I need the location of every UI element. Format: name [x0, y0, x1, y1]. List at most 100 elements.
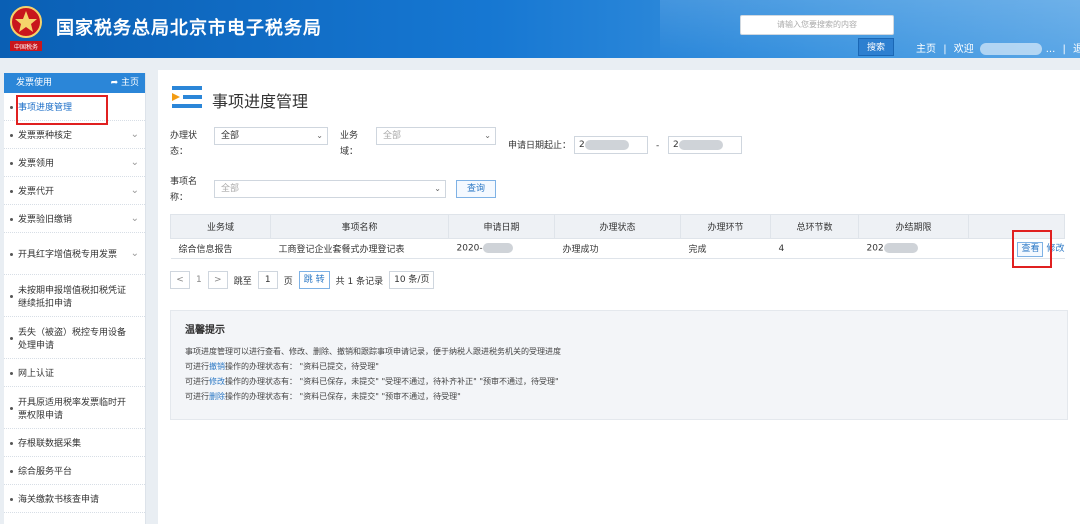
home-link[interactable]: 主页 [916, 44, 936, 55]
goto-button[interactable]: 跳 转 [298, 271, 330, 289]
bullet-icon [10, 133, 13, 137]
sidebar-item[interactable]: 海关缴款书核查申请 [4, 485, 145, 513]
top-links: 主页 | 欢迎... | 退出 [916, 40, 1080, 55]
sidebar-item[interactable]: 未按期申报增值税扣税凭证继续抵扣申请 [4, 275, 145, 317]
sidebar-item-label: 发票票种核定 [18, 131, 73, 141]
tips-panel: 温馨提示 事项进度管理可以进行查看、修改、删除、撤销和跟踪事项申请记录，便于纳税… [170, 310, 1068, 420]
bullet-icon [10, 105, 13, 109]
chevron-down-icon: ⌄ [130, 184, 139, 196]
date-separator: - [656, 141, 660, 151]
total-records: 共 1 条记录 [335, 276, 384, 287]
sidebar-item-label: 存根联数据采集 [18, 439, 82, 449]
sidebar-item-label: 发票验旧缴销 [18, 215, 73, 225]
tips-text: 操作的办理状态有： "资料已保存，未提交" "预审不通过，待受理" [225, 392, 461, 401]
highlight-box-view [1012, 230, 1052, 268]
tips-highlight: 删除 [209, 392, 225, 401]
sidebar-item[interactable]: 发票验旧缴销 ⌄ [4, 205, 145, 233]
chevron-down-icon: ⌄ [484, 131, 491, 140]
cell-deadline: 202 [858, 238, 969, 259]
bullet-icon [10, 294, 13, 298]
sidebar-item[interactable]: 发票票种核定 ⌄ [4, 121, 145, 149]
sidebar-item[interactable]: 综合服务平台 [4, 457, 145, 485]
redacted-date [482, 243, 513, 254]
chevron-down-icon: ⌄ [130, 212, 139, 224]
bullet-icon [10, 497, 13, 501]
sidebar-item[interactable]: 丢失（被盗）税控专用设备处理申请 [4, 317, 145, 359]
chevron-down-icon: ⌄ [434, 184, 441, 193]
domain-label: 业务域： [340, 131, 359, 157]
separator: | [943, 44, 947, 55]
sidebar-home-label: 主页 [120, 78, 139, 88]
domain-select[interactable]: 全部 ⌄ [376, 127, 496, 145]
tips-title: 温馨提示 [185, 325, 225, 336]
tips-text: 操作的办理状态有： "资料已保存，未提交" "受理不通过，待补齐补正" "预审不… [225, 377, 559, 386]
cell-status: 办理成功 [554, 238, 681, 259]
sidebar-item[interactable]: 发票代开 ⌄ [4, 177, 145, 205]
goto-page-input[interactable]: 1 [257, 271, 278, 289]
status-label: 办理状态： [170, 131, 198, 157]
sidebar-item[interactable]: 存根联数据采集 [4, 429, 145, 457]
domain-placeholder: 全部 [383, 131, 402, 141]
column-header: 业务域 [170, 214, 271, 239]
tips-line: 事项进度管理可以进行查看、修改、删除、撤销和跟踪事项申请记录，便于纳税人跟进税务… [185, 347, 561, 356]
tips-highlight: 修改 [209, 377, 225, 386]
date-start-input[interactable]: 2 [574, 136, 648, 154]
search-button[interactable]: 搜索 [858, 38, 894, 56]
tips-line: 可进行修改操作的办理状态有： "资料已保存，未提交" "受理不通过，待补齐补正"… [185, 374, 1053, 389]
item-label: 事项名称： [170, 177, 198, 203]
tips-text: 操作的办理状态有： "资料已提交，待受理" [225, 362, 379, 371]
column-header: 总环节数 [770, 214, 859, 239]
column-header: 办理环节 [680, 214, 771, 239]
cell-deadline-value: 202 [866, 243, 884, 254]
username-redacted [979, 43, 1042, 55]
query-button[interactable]: 查询 [456, 180, 496, 198]
sidebar-item-label: 发票领用 [18, 159, 55, 169]
redacted-date [883, 243, 918, 254]
sidebar-item[interactable]: 开具红字增值税专用发票 ⌄ [4, 233, 145, 275]
sidebar-item-label: 综合服务平台 [18, 467, 73, 477]
tips-line: 可进行删除操作的办理状态有： "资料已保存，未提交" "预审不通过，待受理" [185, 389, 1053, 404]
cell-step: 完成 [680, 238, 771, 259]
welcome-suffix: ... [1045, 44, 1056, 55]
column-header: 申请日期 [448, 214, 555, 239]
bullet-icon [10, 217, 13, 221]
prev-page-button[interactable]: < [170, 271, 190, 289]
status-value: 全部 [221, 131, 240, 141]
status-select[interactable]: 全部 ⌄ [214, 127, 328, 145]
column-header: 办结期限 [858, 214, 969, 239]
search-input[interactable]: 请输入您要搜索的内容 [740, 15, 894, 35]
pagination: < 1 > 跳至 1 页 跳 转 共 1 条记录 10 条/页 [170, 270, 435, 290]
date-end-value: 2 [673, 140, 679, 150]
date-end-input[interactable]: 2 [668, 136, 742, 154]
tips-text: 可进行 [185, 362, 209, 371]
sidebar-item[interactable]: 发票领用 ⌄ [4, 149, 145, 177]
sidebar-item[interactable]: 网上认证 [4, 359, 145, 387]
sidebar-item-label: 未按期申报增值税扣税凭证继续抵扣申请 [18, 285, 127, 309]
top-header: 中国税务 国家税务总局北京市电子税务局 请输入您要搜索的内容 搜索 主页 | 欢… [0, 0, 1080, 58]
bullet-icon [10, 371, 13, 375]
next-page-button[interactable]: > [207, 271, 228, 289]
sidebar-item-label: 海关缴款书核查申请 [18, 495, 100, 505]
logout-link[interactable]: 退出 [1073, 44, 1080, 55]
column-header: 事项名称 [270, 214, 449, 239]
current-page[interactable]: 1 [196, 275, 202, 285]
item-select[interactable]: 全部 ⌄ [214, 180, 446, 198]
emblem-text: 中国税务 [14, 43, 38, 51]
table-row: 综合信息报告 工商登记企业套餐式办理登记表 2020- 办理成功 完成 4 20… [170, 238, 1065, 259]
table-header-row: 业务域 事项名称 申请日期 办理状态 办理环节 总环节数 办结期限 [170, 214, 1065, 239]
tax-emblem-icon: 中国税务 [10, 6, 42, 51]
welcome-text: 欢迎 [953, 44, 974, 55]
records-table: 业务域 事项名称 申请日期 办理状态 办理环节 总环节数 办结期限 综合信息报告… [170, 214, 1065, 259]
tips-text: 可进行 [185, 392, 209, 401]
tips-text: 可进行 [185, 377, 209, 386]
page-size-select[interactable]: 10 条/页 [389, 271, 435, 289]
bullet-icon [10, 441, 13, 445]
cell-domain: 综合信息报告 [170, 238, 271, 259]
sidebar-item-label: 发票代开 [18, 187, 55, 197]
redacted-date [678, 139, 723, 150]
sidebar-home-link[interactable]: ➦ 主页 [111, 73, 139, 93]
sidebar-item[interactable]: 开具原适用税率发票临时开票权限申请 [4, 387, 145, 429]
bullet-icon [10, 469, 13, 473]
cell-date-value: 2020- [456, 243, 483, 254]
sidebar-item-label: 开具红字增值税专用发票 [18, 250, 118, 260]
